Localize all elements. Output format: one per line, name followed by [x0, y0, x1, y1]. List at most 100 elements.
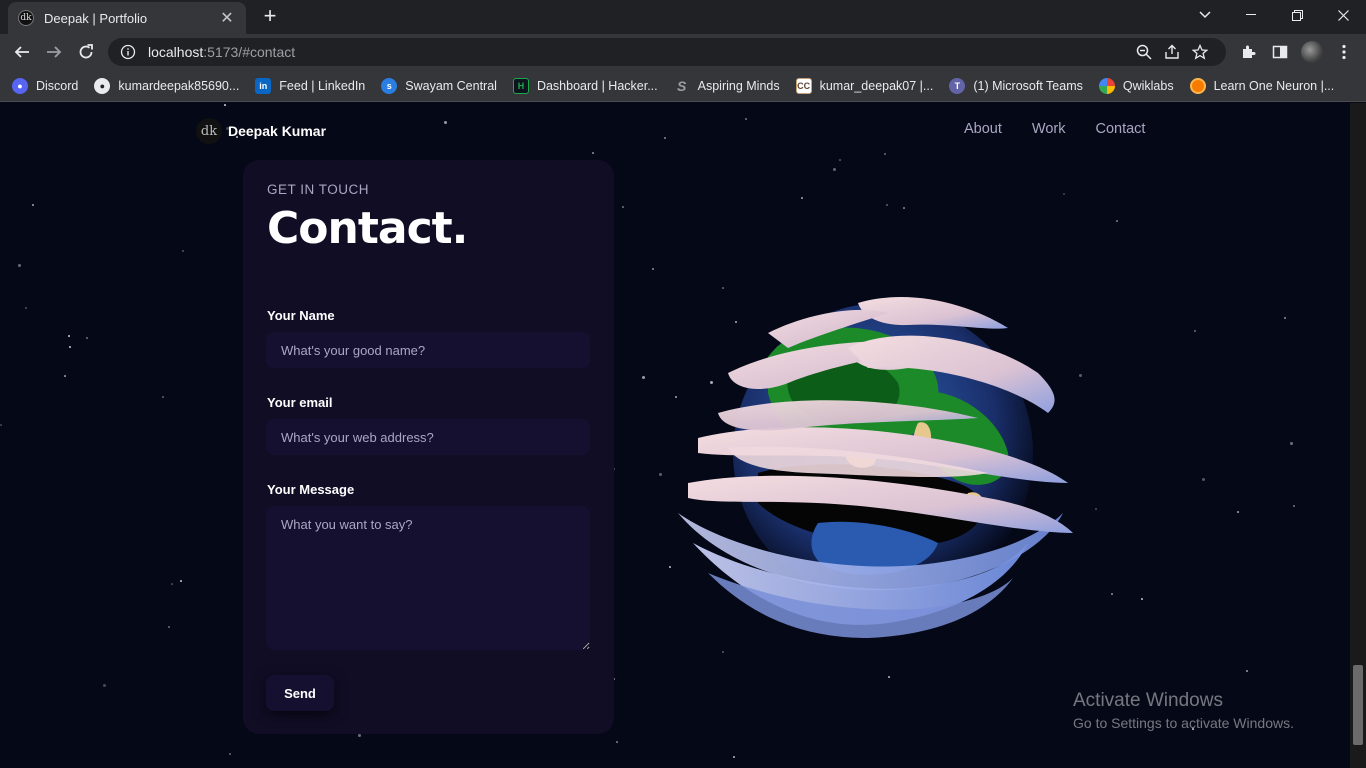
section-subtitle: Get in touch: [267, 182, 370, 197]
email-input[interactable]: [266, 419, 590, 455]
star: [1111, 593, 1113, 595]
close-window-icon[interactable]: [1320, 0, 1366, 30]
star: [1141, 598, 1143, 600]
minimize-icon[interactable]: [1228, 0, 1274, 30]
section-title: Contact.: [267, 203, 468, 254]
tab-favicon: dk: [18, 10, 34, 26]
discord-icon: ●: [12, 77, 28, 94]
email-label: Your email: [267, 395, 333, 410]
forward-arrow-icon[interactable]: [40, 38, 68, 66]
share-icon[interactable]: [1158, 38, 1186, 66]
star: [839, 159, 841, 161]
star: [182, 250, 184, 252]
neuron-icon: [1189, 77, 1206, 94]
star: [659, 473, 662, 476]
star: [1293, 505, 1295, 507]
bookmark-aspiring-minds[interactable]: S Aspiring Minds: [674, 78, 780, 94]
star: [86, 337, 88, 339]
browser-toolbar: localhost:5173/#contact: [0, 34, 1366, 70]
bookmark-swayam[interactable]: s Swayam Central: [381, 77, 497, 94]
send-button[interactable]: Send: [266, 675, 334, 711]
activation-title: Activate Windows: [1073, 690, 1223, 711]
reload-icon[interactable]: [72, 38, 100, 66]
menu-kebab-icon[interactable]: [1330, 38, 1358, 66]
star: [1202, 478, 1205, 481]
star: [1284, 317, 1286, 319]
tab-search-icon[interactable]: [1182, 0, 1228, 30]
browser-tab-strip: dk Deepak | Portfolio ✕ +: [0, 0, 1366, 34]
star: [162, 396, 164, 398]
aspiring-minds-icon: S: [676, 77, 687, 94]
bookmark-github[interactable]: ● kumardeepak85690...: [94, 77, 239, 94]
nav-contact[interactable]: Contact: [1095, 121, 1145, 137]
star: [1237, 511, 1239, 513]
bookmarks-bar: ● Discord ● kumardeepak85690... in Feed | L…: [0, 70, 1366, 102]
star: [592, 152, 594, 154]
bookmark-teams[interactable]: T (1) Microsoft Teams: [949, 77, 1083, 94]
star: [68, 335, 70, 337]
star: [1290, 442, 1293, 445]
name-label: Your Name: [267, 308, 335, 323]
back-arrow-icon[interactable]: [8, 38, 36, 66]
url-text[interactable]: localhost:5173/#contact: [148, 44, 1130, 60]
star: [103, 684, 106, 687]
zoom-icon[interactable]: [1130, 38, 1158, 66]
star: [69, 346, 71, 348]
extensions-icon[interactable]: [1234, 38, 1262, 66]
star: [622, 206, 624, 208]
star: [801, 197, 803, 199]
tab-close-icon[interactable]: ✕: [218, 8, 236, 28]
star: [25, 307, 27, 309]
tab-title: Deepak | Portfolio: [44, 10, 148, 26]
message-textarea[interactable]: [266, 506, 590, 650]
page-scrollbar[interactable]: [1350, 103, 1366, 768]
star: [64, 375, 66, 377]
star: [168, 626, 170, 628]
star: [1095, 508, 1097, 510]
new-tab-icon[interactable]: +: [258, 4, 282, 28]
contact-form-card: Get in touch Contact. Your Name Your ema…: [243, 160, 614, 734]
star: [1194, 330, 1196, 332]
codechef-icon: CC: [795, 77, 812, 94]
star: [733, 756, 735, 758]
earth-3d-canvas[interactable]: [668, 243, 1088, 643]
bookmark-discord[interactable]: ● Discord: [12, 77, 78, 94]
nav-about[interactable]: About: [964, 121, 1002, 137]
hackerrank-icon: H: [512, 77, 529, 94]
site-info-icon[interactable]: [120, 44, 136, 60]
star: [903, 207, 905, 209]
restore-icon[interactable]: [1274, 0, 1320, 30]
logo-text: Deepak Kumar: [228, 123, 327, 139]
star: [745, 118, 747, 120]
bookmark-linkedin[interactable]: in Feed | LinkedIn: [255, 77, 365, 94]
bookmark-hackerrank[interactable]: H Dashboard | Hacker...: [512, 77, 658, 94]
bookmark-neuron[interactable]: Learn One Neuron |...: [1189, 77, 1334, 94]
side-panel-icon[interactable]: [1266, 38, 1294, 66]
qwiklabs-icon: [1098, 77, 1115, 94]
star: [652, 268, 654, 270]
star: [1116, 220, 1118, 222]
star: [224, 104, 226, 106]
star: [171, 583, 173, 585]
portfolio-page: dk Deepak Kumar About Work Contact Get i…: [0, 103, 1350, 768]
logo-mark: dk: [196, 118, 222, 144]
star: [0, 424, 2, 426]
star: [722, 651, 724, 653]
star: [664, 137, 666, 139]
address-bar[interactable]: localhost:5173/#contact: [108, 38, 1226, 66]
bookmark-codechef[interactable]: CC kumar_deepak07 |...: [795, 77, 933, 94]
profile-avatar[interactable]: [1298, 38, 1326, 66]
bookmark-qwiklabs[interactable]: Qwiklabs: [1098, 77, 1174, 94]
browser-tab[interactable]: dk Deepak | Portfolio ✕: [8, 2, 246, 34]
github-icon: ●: [94, 77, 111, 94]
name-input[interactable]: [266, 332, 590, 368]
scrollbar-thumb[interactable]: [1353, 665, 1363, 745]
nav-work[interactable]: Work: [1032, 121, 1066, 137]
bookmark-star-icon[interactable]: [1186, 38, 1214, 66]
site-logo[interactable]: dk Deepak Kumar: [196, 118, 326, 144]
linkedin-icon: in: [255, 77, 272, 94]
star: [444, 121, 447, 124]
star: [888, 676, 890, 678]
star: [833, 168, 836, 171]
star: [1063, 193, 1065, 195]
